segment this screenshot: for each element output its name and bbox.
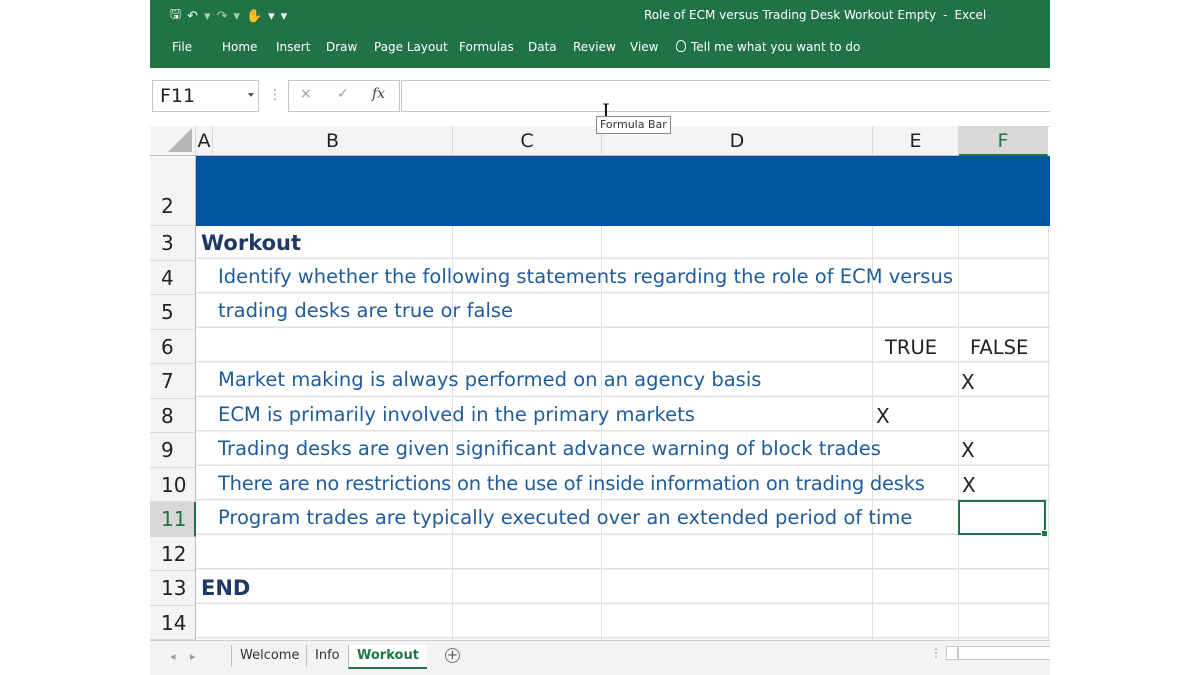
active-cell-f11[interactable]	[958, 500, 1048, 537]
sheet-tab-workout[interactable]: Workout	[348, 645, 427, 669]
horizontal-scrollbar[interactable]: ⋮	[930, 646, 1050, 660]
statement-2-true-mark: X	[876, 404, 890, 428]
row-header-14[interactable]: 14	[150, 605, 196, 640]
row-header-3[interactable]: 3	[150, 226, 196, 261]
instruction-line-1: Identify whether the following statement…	[218, 265, 953, 288]
statement-2: ECM is primarily involved in the primary…	[218, 403, 695, 426]
redo-dropdown-icon[interactable]: ▾	[233, 9, 240, 24]
customize-qat-icon[interactable]: ▾	[281, 9, 288, 24]
row-header-4[interactable]: 4	[150, 260, 196, 295]
true-column-label: TRUE	[885, 336, 938, 359]
select-all-triangle-icon	[168, 128, 192, 152]
end-label: END	[201, 576, 251, 600]
formula-buttons: × ✓ fx	[288, 80, 400, 112]
row-header-11[interactable]: 11	[150, 502, 196, 537]
instruction-line-2: trading desks are true or false	[218, 299, 514, 322]
tell-me-label: Tell me what you want to do	[691, 40, 861, 54]
row-header-13[interactable]: 13	[150, 571, 196, 606]
row-header-7[interactable]: 7	[150, 364, 196, 399]
insert-function-icon[interactable]: fx	[372, 86, 385, 102]
quick-access-toolbar: 🖫 ↶ ▾ ↷ ▾ ✋ ▾ ▾	[170, 6, 287, 26]
excel-window: 🖫 ↶ ▾ ↷ ▾ ✋ ▾ ▾ Role of ECM versus Tradi…	[150, 0, 1050, 675]
formula-input[interactable]	[401, 80, 1050, 112]
name-box-value: F11	[160, 85, 196, 107]
lightbulb-icon	[676, 40, 686, 52]
touch-mode-icon[interactable]: ✋	[246, 9, 262, 24]
scroll-track[interactable]	[958, 646, 1050, 660]
row-header-12[interactable]: 12	[150, 536, 196, 571]
tab-review[interactable]: Review	[573, 40, 616, 54]
statement-1: Market making is always performed on an …	[218, 368, 762, 391]
tab-home[interactable]: Home	[222, 40, 257, 54]
row-header-2[interactable]: 2	[150, 156, 196, 226]
add-sheet-icon[interactable]: +	[445, 648, 460, 663]
enter-icon[interactable]: ✓	[337, 86, 349, 102]
column-header-c[interactable]: C	[453, 126, 602, 156]
splitter-dots-icon[interactable]: ⋮	[268, 87, 282, 103]
sheet-tab-welcome[interactable]: Welcome	[231, 645, 307, 667]
redo-icon[interactable]: ↷	[217, 9, 228, 24]
column-header-b[interactable]: B	[213, 126, 453, 156]
tab-page-layout[interactable]: Page Layout	[374, 40, 448, 54]
window-title: Role of ECM versus Trading Desk Workout …	[644, 8, 986, 22]
statement-5: Program trades are typically executed ov…	[218, 506, 913, 529]
title-separator: -	[943, 8, 948, 22]
tab-formulas[interactable]: Formulas	[459, 40, 514, 54]
app-name: Excel	[954, 8, 987, 22]
statement-1-false-mark: X	[961, 370, 975, 394]
name-box[interactable]: F11	[152, 80, 259, 112]
tab-insert[interactable]: Insert	[276, 40, 310, 54]
cancel-icon[interactable]: ×	[300, 86, 312, 102]
undo-icon[interactable]: ↶	[187, 9, 198, 24]
workout-heading: Workout	[201, 231, 302, 255]
row-header-6[interactable]: 6	[150, 329, 196, 364]
sheet-tab-bar: ◂ ▸ Welcome Info Workout + ⋮	[150, 640, 1050, 675]
tab-view[interactable]: View	[630, 40, 658, 54]
save-icon[interactable]: 🖫	[170, 5, 181, 27]
touch-dropdown-icon[interactable]: ▾	[268, 9, 275, 24]
prev-sheet-arrow-icon[interactable]: ◂	[170, 650, 176, 663]
scroll-left-arrow-icon[interactable]	[946, 646, 958, 660]
statement-4: There are no restrictions on the use of …	[218, 472, 925, 495]
tab-data[interactable]: Data	[528, 40, 557, 54]
formula-bar-tooltip: Formula Bar	[596, 116, 671, 134]
title-band	[196, 156, 1050, 226]
select-all-corner[interactable]	[150, 126, 196, 156]
tab-draw[interactable]: Draw	[326, 40, 357, 54]
row-header-5[interactable]: 5	[150, 295, 196, 330]
statement-4-false-mark: X	[962, 473, 976, 497]
column-header-a[interactable]: A	[196, 126, 213, 156]
sheet-tab-info[interactable]: Info	[306, 645, 348, 667]
row-header-10[interactable]: 10	[150, 467, 196, 502]
statement-3: Trading desks are given significant adva…	[218, 437, 881, 460]
row-header-8[interactable]: 8	[150, 398, 196, 433]
column-header-f[interactable]: F	[959, 126, 1048, 156]
title-bar: 🖫 ↶ ▾ ↷ ▾ ✋ ▾ ▾ Role of ECM versus Tradi…	[150, 0, 1050, 68]
statement-3-false-mark: X	[961, 438, 975, 462]
tell-me-box[interactable]: Tell me what you want to do	[676, 40, 860, 54]
cell-grid[interactable]	[196, 156, 1050, 640]
document-name: Role of ECM versus Trading Desk Workout …	[644, 8, 937, 22]
false-column-label: FALSE	[970, 336, 1029, 359]
name-box-dropdown-icon[interactable]	[248, 93, 254, 97]
undo-dropdown-icon[interactable]: ▾	[204, 9, 211, 24]
column-header-e[interactable]: E	[873, 126, 959, 156]
tab-file[interactable]: File	[172, 40, 192, 54]
next-sheet-arrow-icon[interactable]: ▸	[190, 650, 196, 663]
fill-handle[interactable]	[1041, 530, 1048, 537]
row-header-9[interactable]: 9	[150, 433, 196, 468]
